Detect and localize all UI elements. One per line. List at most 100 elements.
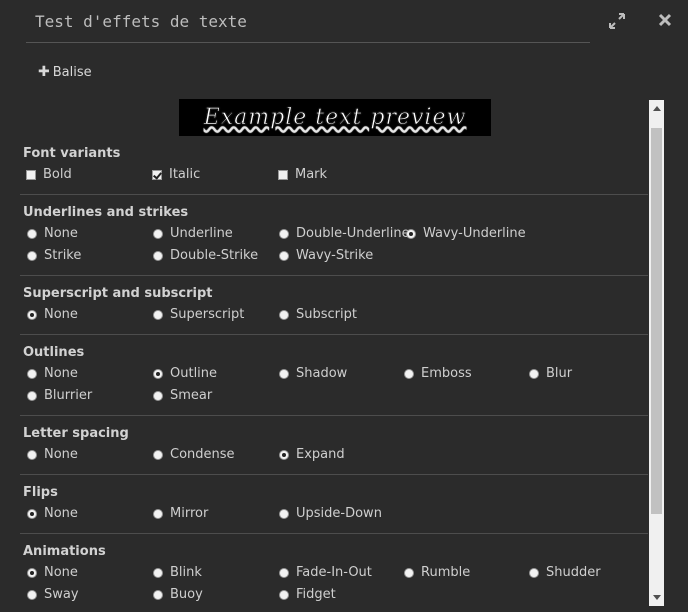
radio-button[interactable]: [27, 567, 37, 578]
radio-blink[interactable]: Blink: [153, 565, 202, 580]
vertical-scrollbar[interactable]: [649, 100, 664, 606]
add-tag-label: Balise: [52, 65, 92, 80]
checkbox-box[interactable]: [278, 169, 288, 180]
option-label: None: [44, 307, 78, 322]
option-label: Fade-In-Out: [296, 565, 372, 580]
radio-smear[interactable]: Smear: [153, 388, 212, 403]
radio-button[interactable]: [529, 567, 539, 578]
radio-button[interactable]: [27, 250, 37, 261]
scroll-up-arrow-icon[interactable]: [649, 100, 664, 116]
add-tag-button[interactable]: ✚ Balise: [38, 64, 92, 80]
section-title-font-variants: Font variants: [23, 146, 121, 161]
option-label: Emboss: [421, 366, 472, 381]
dialog-title: Test d'effets de texte: [35, 12, 247, 31]
radio-underline-none[interactable]: None: [27, 226, 78, 241]
radio-button[interactable]: [27, 589, 37, 600]
scroll-down-arrow-icon[interactable]: [649, 590, 664, 606]
radio-button[interactable]: [153, 567, 163, 578]
radio-fidget[interactable]: Fidget: [279, 587, 336, 602]
checkbox-box[interactable]: [152, 169, 162, 180]
radio-outline[interactable]: Outline: [153, 366, 217, 381]
section-title-animations: Animations: [23, 544, 106, 559]
radio-button[interactable]: [153, 390, 163, 401]
radio-upside-down[interactable]: Upside-Down: [279, 506, 382, 521]
radio-button[interactable]: [279, 309, 289, 320]
radio-flip-none[interactable]: None: [27, 506, 78, 521]
radio-button[interactable]: [279, 449, 289, 460]
radio-shadow[interactable]: Shadow: [279, 366, 347, 381]
checkbox-italic[interactable]: Italic: [152, 167, 200, 182]
close-icon[interactable]: [656, 11, 674, 29]
radio-button[interactable]: [279, 508, 289, 519]
radio-blurrier[interactable]: Blurrier: [27, 388, 92, 403]
option-label: Strike: [44, 248, 82, 263]
radio-button[interactable]: [27, 368, 37, 379]
radio-button[interactable]: [27, 228, 37, 239]
radio-button[interactable]: [153, 589, 163, 600]
radio-buoy[interactable]: Buoy: [153, 587, 203, 602]
radio-double-strike[interactable]: Double-Strike: [153, 248, 258, 263]
radio-shudder[interactable]: Shudder: [529, 565, 601, 580]
radio-button[interactable]: [153, 508, 163, 519]
radio-button[interactable]: [279, 250, 289, 261]
radio-button[interactable]: [279, 589, 289, 600]
radio-outline-none[interactable]: None: [27, 366, 78, 381]
option-label: Blink: [170, 565, 202, 580]
option-label: None: [44, 226, 78, 241]
radio-button[interactable]: [279, 228, 289, 239]
radio-button[interactable]: [153, 309, 163, 320]
radio-button[interactable]: [153, 250, 163, 261]
radio-button[interactable]: [404, 567, 414, 578]
preview-box: Example text preview: [179, 99, 491, 136]
option-label: Smear: [170, 388, 213, 403]
radio-button[interactable]: [27, 508, 37, 519]
option-label: Shudder: [546, 565, 601, 580]
option-label: Rumble: [421, 565, 471, 580]
radio-button[interactable]: [27, 309, 37, 320]
radio-subscript[interactable]: Subscript: [279, 307, 357, 322]
radio-fade-in-out[interactable]: Fade-In-Out: [279, 565, 372, 580]
scrollbar-thumb[interactable]: [651, 128, 662, 514]
radio-button[interactable]: [279, 368, 289, 379]
radio-wavy-strike[interactable]: Wavy-Strike: [279, 248, 373, 263]
radio-superscript[interactable]: Superscript: [153, 307, 244, 322]
radio-button[interactable]: [279, 567, 289, 578]
radio-button[interactable]: [153, 368, 163, 379]
radio-button[interactable]: [153, 449, 163, 460]
option-label: Wavy-Underline: [423, 226, 526, 241]
section-divider: [20, 194, 648, 195]
radio-mirror[interactable]: Mirror: [153, 506, 208, 521]
checkbox-mark[interactable]: Mark: [278, 167, 327, 182]
radio-emboss[interactable]: Emboss: [404, 366, 472, 381]
option-label: Upside-Down: [296, 506, 382, 521]
radio-button[interactable]: [529, 368, 539, 379]
option-label: Buoy: [170, 587, 203, 602]
title-divider: [26, 42, 590, 43]
checkbox-bold[interactable]: Bold: [26, 167, 72, 182]
option-label: Wavy-Strike: [296, 248, 374, 263]
radio-double-underline[interactable]: Double-Underline: [279, 226, 410, 241]
option-label: Subscript: [296, 307, 357, 322]
radio-underline[interactable]: Underline: [153, 226, 233, 241]
radio-button[interactable]: [406, 228, 416, 239]
section-title-underlines: Underlines and strikes: [23, 205, 189, 220]
radio-expand[interactable]: Expand: [279, 447, 345, 462]
radio-rumble[interactable]: Rumble: [404, 565, 470, 580]
radio-strike[interactable]: Strike: [27, 248, 81, 263]
radio-blur[interactable]: Blur: [529, 366, 572, 381]
radio-button[interactable]: [27, 390, 37, 401]
option-label: Outline: [170, 366, 218, 381]
radio-button[interactable]: [27, 449, 37, 460]
plus-icon: ✚: [38, 64, 50, 80]
expand-icon[interactable]: [608, 12, 626, 30]
radio-button[interactable]: [153, 228, 163, 239]
radio-spacing-none[interactable]: None: [27, 447, 78, 462]
section-divider: [20, 474, 648, 475]
radio-animation-none[interactable]: None: [27, 565, 78, 580]
radio-button[interactable]: [404, 368, 414, 379]
radio-condense[interactable]: Condense: [153, 447, 235, 462]
radio-sway[interactable]: Sway: [27, 587, 79, 602]
radio-wavy-underline[interactable]: Wavy-Underline: [406, 226, 526, 241]
checkbox-box[interactable]: [26, 169, 36, 180]
radio-script-none[interactable]: None: [27, 307, 78, 322]
